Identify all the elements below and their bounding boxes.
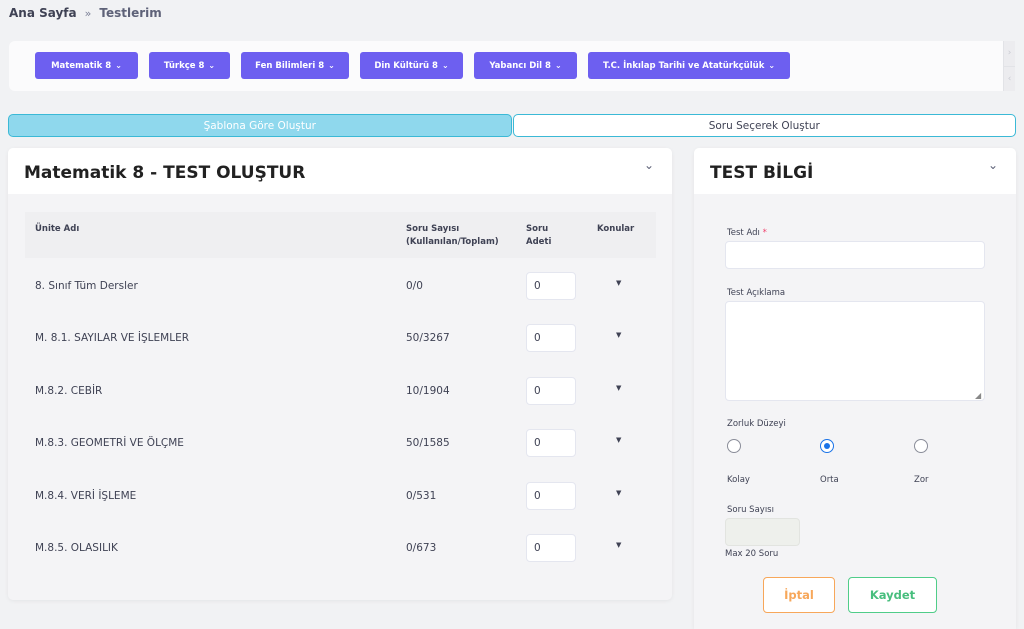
column-header-count-line1: Soru Sayısı: [406, 224, 460, 234]
caret-down-icon[interactable]: ▼: [616, 541, 621, 549]
resize-grip-icon[interactable]: ◢: [975, 391, 981, 400]
description-textarea[interactable]: [725, 301, 985, 401]
card-header: Matematik 8 - TEST OLUŞTUR ⌄: [8, 148, 672, 194]
table-row: 8. Sınıf Tüm Dersler 0/0 ▼: [25, 258, 656, 310]
card-title: Matematik 8 - TEST OLUŞTUR: [24, 163, 306, 183]
table-row: M. 8.1. SAYILAR VE İŞLEMLER 50/3267 ▼: [25, 310, 656, 362]
subject-scroll-controls: › ‹: [1003, 41, 1015, 91]
tab-select-questions[interactable]: Soru Seçerek Oluştur: [512, 114, 1016, 137]
mode-tabs: Şablona Göre Oluştur Soru Seçerek Oluştu…: [8, 114, 1016, 137]
breadcrumb: Ana Sayfa » Testlerim: [9, 6, 162, 20]
test-name-input[interactable]: [725, 241, 985, 269]
subject-button-yabanci-dil[interactable]: Yabancı Dil 8 ⌄: [474, 52, 577, 79]
difficulty-radio-orta[interactable]: [820, 439, 834, 453]
caret-down-icon[interactable]: ▼: [616, 436, 621, 444]
tab-template[interactable]: Şablona Göre Oluştur: [8, 114, 512, 137]
question-count: 10/1904: [406, 384, 450, 397]
difficulty-option-label: Zor: [914, 475, 929, 485]
question-count-input[interactable]: [725, 518, 800, 546]
caret-down-icon[interactable]: ▼: [616, 279, 621, 287]
test-create-card: Matematik 8 - TEST OLUŞTUR ⌄ Ünite Adı S…: [8, 148, 672, 600]
unit-name: 8. Sınıf Tüm Dersler: [35, 280, 138, 292]
question-count: 0/0: [406, 280, 423, 292]
question-qty-input[interactable]: [526, 376, 576, 405]
cancel-button[interactable]: İptal: [763, 577, 835, 613]
subject-button-matematik[interactable]: Matematik 8 ⌄: [35, 52, 138, 79]
table-row: M.8.4. VERİ İŞLEME 0/531 ▼: [25, 468, 656, 520]
test-info-card: TEST BİLGİ ⌄ Test Adı * Test Açıklama ◢ …: [694, 148, 1016, 629]
unit-name: M.8.4. VERİ İŞLEME: [35, 489, 137, 502]
chevron-down-icon[interactable]: ⌄: [988, 158, 998, 172]
description-label: Test Açıklama: [727, 288, 786, 298]
table-row: M.8.2. CEBİR 10/1904 ▼: [25, 363, 656, 415]
column-header-qty-line2: Adeti: [526, 237, 552, 247]
difficulty-option-label: Kolay: [727, 475, 750, 485]
subject-button-din[interactable]: Din Kültürü 8 ⌄: [360, 52, 463, 79]
question-count: 0/531: [406, 489, 437, 502]
double-chevron-right-icon: »: [84, 6, 92, 20]
unit-name: M.8.3. GEOMETRİ VE ÖLÇME: [35, 437, 184, 450]
question-count: 0/673: [406, 541, 437, 554]
breadcrumb-current: Testlerim: [99, 6, 162, 20]
column-header-qty-line1: Soru: [526, 224, 549, 234]
column-header-count: Soru Sayısı (Kullanılan/Toplam): [406, 223, 499, 249]
chevron-down-icon: ⌄: [554, 61, 562, 70]
card-title: TEST BİLGİ: [710, 163, 814, 183]
question-qty-input[interactable]: [526, 272, 576, 300]
subject-button-label: Din Kültürü 8: [374, 60, 438, 71]
question-qty-input[interactable]: [526, 533, 576, 562]
unit-name: M.8.2. CEBİR: [35, 384, 103, 397]
subject-button-label: T.C. İnkılap Tarihi ve Atatürkçülük: [602, 60, 765, 71]
table-row: M.8.3. GEOMETRİ VE ÖLÇME 50/1585 ▼: [25, 415, 656, 467]
subject-button-label: Matematik 8: [51, 60, 112, 71]
subject-button-label: Fen Bilimleri 8: [255, 60, 325, 71]
table-row: M.8.5. OLASILIK 0/673 ▼: [25, 520, 656, 572]
units-table: Ünite Adı Soru Sayısı (Kullanılan/Toplam)…: [25, 212, 656, 572]
subject-button-fen[interactable]: Fen Bilimleri 8 ⌄: [241, 52, 349, 79]
chevron-down-icon: ⌄: [328, 61, 335, 70]
chevron-down-icon: ⌄: [441, 61, 449, 70]
chevron-down-icon: ⌄: [115, 61, 122, 70]
required-mark: *: [762, 228, 767, 238]
difficulty-option-label: Orta: [820, 475, 839, 485]
card-header: TEST BİLGİ ⌄: [694, 148, 1016, 194]
column-header-qty: Soru Adeti: [526, 223, 551, 249]
breadcrumb-home-link[interactable]: Ana Sayfa: [9, 6, 77, 20]
question-qty-input[interactable]: [526, 324, 576, 353]
caret-down-icon[interactable]: ▼: [616, 331, 621, 339]
subject-button-row: Matematik 8 ⌄ Türkçe 8 ⌄ Fen Bilimleri 8 ⌄ …: [35, 52, 801, 79]
unit-name: M. 8.1. SAYILAR VE İŞLEMLER: [35, 332, 189, 345]
difficulty-radio-zor[interactable]: [914, 439, 928, 453]
subject-button-inkilap[interactable]: T.C. İnkılap Tarihi ve Atatürkçülük ⌄: [588, 52, 790, 79]
subject-button-turkce[interactable]: Türkçe 8 ⌄: [149, 52, 230, 79]
max-question-note: Max 20 Soru: [725, 549, 779, 559]
save-button[interactable]: Kaydet: [848, 577, 937, 613]
difficulty-label: Zorluk Düzeyi: [727, 419, 786, 429]
question-count: 50/1585: [406, 437, 450, 450]
question-count: 50/3267: [406, 332, 450, 345]
question-qty-input[interactable]: [526, 481, 576, 510]
difficulty-radio-kolay[interactable]: [727, 439, 741, 453]
question-qty-input[interactable]: [526, 429, 576, 458]
question-count-label: Soru Sayısı: [727, 505, 774, 515]
test-name-label: Test Adı *: [727, 228, 767, 238]
caret-down-icon[interactable]: ▼: [616, 384, 621, 392]
subject-bar: Matematik 8 ⌄ Türkçe 8 ⌄ Fen Bilimleri 8 ⌄ …: [9, 41, 1015, 91]
chevron-left-icon[interactable]: ‹: [1003, 66, 1015, 91]
unit-name: M.8.5. OLASILIK: [35, 541, 118, 554]
chevron-right-icon[interactable]: ›: [1003, 41, 1015, 67]
subject-button-label: Yabancı Dil 8: [489, 60, 551, 71]
subject-button-label: Türkçe 8: [163, 60, 205, 71]
caret-down-icon[interactable]: ▼: [616, 489, 621, 497]
column-header-unit: Ünite Adı: [35, 224, 80, 234]
chevron-down-icon: ⌄: [208, 61, 216, 70]
chevron-down-icon: ⌄: [768, 61, 776, 70]
test-name-label-text: Test Adı: [727, 228, 760, 238]
column-header-count-line2: (Kullanılan/Toplam): [406, 237, 499, 247]
table-header: Ünite Adı Soru Sayısı (Kullanılan/Toplam)…: [25, 212, 656, 258]
chevron-down-icon[interactable]: ⌄: [644, 158, 654, 172]
column-header-topics: Konular: [597, 224, 635, 234]
